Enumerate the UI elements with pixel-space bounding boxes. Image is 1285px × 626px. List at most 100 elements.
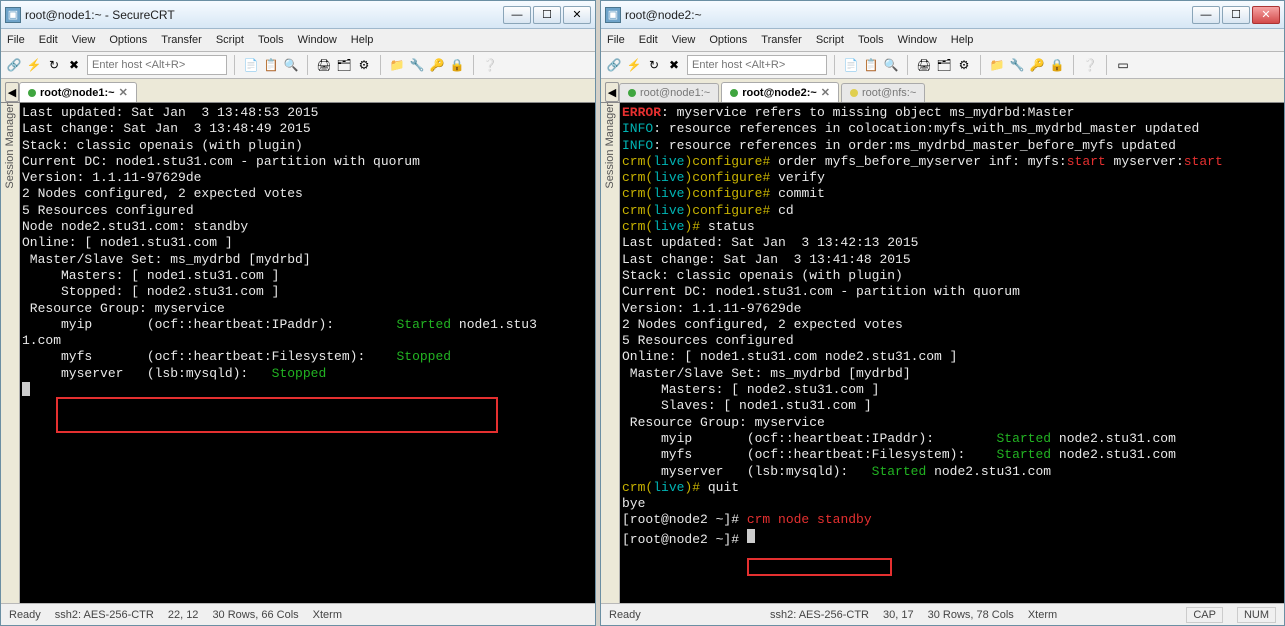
menu-view[interactable]: View <box>72 34 96 46</box>
statusbar: Ready ssh2: AES-256-CTR 22, 12 30 Rows, … <box>1 603 595 625</box>
print-icon[interactable]: 🖨 <box>915 56 933 74</box>
maximize-button[interactable]: ☐ <box>533 6 561 24</box>
maximize-button[interactable]: ☐ <box>1222 6 1250 24</box>
menu-edit[interactable]: Edit <box>39 34 58 46</box>
menu-tools[interactable]: Tools <box>858 34 884 46</box>
terminal-line: INFO: resource references in colocation:… <box>622 121 1282 137</box>
status-size: 30 Rows, 66 Cols <box>212 609 298 621</box>
terminal-line: crm(live)configure# commit <box>622 186 1282 202</box>
help-icon[interactable]: ❔ <box>481 56 499 74</box>
tab-node2[interactable]: root@node2:~ ✕ <box>721 82 839 102</box>
tab-scroll-left[interactable]: ◀ <box>5 82 19 102</box>
menu-help[interactable]: Help <box>951 34 974 46</box>
tab-nfs[interactable]: root@nfs:~ <box>841 83 925 102</box>
terminal[interactable]: ERROR: myservice refers to missing objec… <box>620 103 1284 603</box>
paste-icon[interactable]: 📋 <box>262 56 280 74</box>
terminal-line: [root@node2 ~]# <box>622 529 1282 548</box>
terminal-line: Online: [ node1.stu31.com ] <box>22 235 593 251</box>
status-cursor: 22, 12 <box>168 609 199 621</box>
terminal-line: crm(live)# status <box>622 219 1282 235</box>
reconnect-icon[interactable]: ↻ <box>645 56 663 74</box>
securecrt-window-left: ▣ root@node1:~ - SecureCRT — ☐ ✕ File Ed… <box>0 0 596 626</box>
copy-icon[interactable]: 📄 <box>842 56 860 74</box>
menu-options[interactable]: Options <box>109 34 147 46</box>
menu-window[interactable]: Window <box>298 34 337 46</box>
tabbar: ◀ root@node1:~ ✕ <box>1 79 595 103</box>
sftp-icon[interactable]: 📁 <box>388 56 406 74</box>
key-icon[interactable]: 🔑 <box>1028 56 1046 74</box>
close-button[interactable]: ✕ <box>563 6 591 24</box>
session-manager-label: Session Manager <box>4 103 16 195</box>
find-icon[interactable]: 🔍 <box>882 56 900 74</box>
sftp-icon[interactable]: 📁 <box>988 56 1006 74</box>
find-icon[interactable]: 🔍 <box>282 56 300 74</box>
session-manager-sidebar[interactable]: Session Manager <box>601 103 620 603</box>
lock-icon[interactable]: 🔒 <box>448 56 466 74</box>
host-input[interactable] <box>87 55 227 75</box>
key-icon[interactable]: 🔑 <box>428 56 446 74</box>
session-icon[interactable]: 🗂 <box>935 56 953 74</box>
menu-script[interactable]: Script <box>216 34 244 46</box>
reconnect-icon[interactable]: ↻ <box>45 56 63 74</box>
help-icon[interactable]: ❔ <box>1081 56 1099 74</box>
session-manager-sidebar[interactable]: Session Manager <box>1 103 20 603</box>
menu-edit[interactable]: Edit <box>639 34 658 46</box>
status-num: NUM <box>1237 607 1276 623</box>
status-dot-icon <box>28 89 36 97</box>
extra-icon[interactable]: ▭ <box>1114 56 1132 74</box>
minimize-button[interactable]: — <box>1192 6 1220 24</box>
titlebar[interactable]: ▣ root@node2:~ — ☐ ✕ <box>601 1 1284 29</box>
menubar: File Edit View Options Transfer Script T… <box>601 29 1284 51</box>
tab-label: root@node1:~ <box>640 87 710 99</box>
lock-icon[interactable]: 🔒 <box>1048 56 1066 74</box>
terminal-line: Version: 1.1.11-97629de <box>622 301 1282 317</box>
menu-window[interactable]: Window <box>898 34 937 46</box>
tab-scroll-left[interactable]: ◀ <box>605 82 619 102</box>
status-dot-icon <box>628 89 636 97</box>
copy-icon[interactable]: 📄 <box>242 56 260 74</box>
connect-icon[interactable]: 🔗 <box>605 56 623 74</box>
xyz-icon[interactable]: 🔧 <box>408 56 426 74</box>
quick-connect-icon[interactable]: ⚡ <box>625 56 643 74</box>
status-size: 30 Rows, 78 Cols <box>928 609 1014 621</box>
connect-icon[interactable]: 🔗 <box>5 56 23 74</box>
menu-view[interactable]: View <box>672 34 696 46</box>
host-input[interactable] <box>687 55 827 75</box>
titlebar[interactable]: ▣ root@node1:~ - SecureCRT — ☐ ✕ <box>1 1 595 29</box>
status-proto: ssh2: AES-256-CTR <box>55 609 154 621</box>
menu-file[interactable]: File <box>7 34 25 46</box>
close-icon[interactable]: ✕ <box>119 86 128 99</box>
menu-transfer[interactable]: Transfer <box>161 34 202 46</box>
terminal-line: myserver (lsb:mysqld): Started node2.stu… <box>622 464 1282 480</box>
terminal-line: Stack: classic openais (with plugin) <box>622 268 1282 284</box>
menu-transfer[interactable]: Transfer <box>761 34 802 46</box>
tab-label: root@nfs:~ <box>862 87 916 99</box>
session-icon[interactable]: 🗂 <box>335 56 353 74</box>
status-dot-icon <box>850 89 858 97</box>
close-button[interactable]: ✕ <box>1252 6 1280 24</box>
menu-tools[interactable]: Tools <box>258 34 284 46</box>
menu-help[interactable]: Help <box>351 34 374 46</box>
paste-icon[interactable]: 📋 <box>862 56 880 74</box>
options-icon[interactable]: ⚙ <box>355 56 373 74</box>
close-icon[interactable]: ✕ <box>821 86 830 99</box>
minimize-button[interactable]: — <box>503 6 531 24</box>
status-emul: Xterm <box>1028 609 1057 621</box>
terminal-line: crm(live)configure# order myfs_before_my… <box>622 154 1282 170</box>
options-icon[interactable]: ⚙ <box>955 56 973 74</box>
tab-node1[interactable]: root@node1:~ ✕ <box>19 82 137 102</box>
print-icon[interactable]: 🖨 <box>315 56 333 74</box>
terminal-line: Slaves: [ node1.stu31.com ] <box>622 398 1282 414</box>
menu-file[interactable]: File <box>607 34 625 46</box>
disconnect-icon[interactable]: ✖ <box>665 56 683 74</box>
disconnect-icon[interactable]: ✖ <box>65 56 83 74</box>
terminal-line: INFO: resource references in order:ms_my… <box>622 138 1282 154</box>
menu-options[interactable]: Options <box>709 34 747 46</box>
quick-connect-icon[interactable]: ⚡ <box>25 56 43 74</box>
status-ready: Ready <box>609 609 641 621</box>
menu-script[interactable]: Script <box>816 34 844 46</box>
tab-node1[interactable]: root@node1:~ <box>619 83 719 102</box>
tabbar: ◀ root@node1:~ root@node2:~ ✕ root@nfs:~ <box>601 79 1284 103</box>
terminal[interactable]: Last updated: Sat Jan 3 13:48:53 2015Las… <box>20 103 595 603</box>
xyz-icon[interactable]: 🔧 <box>1008 56 1026 74</box>
